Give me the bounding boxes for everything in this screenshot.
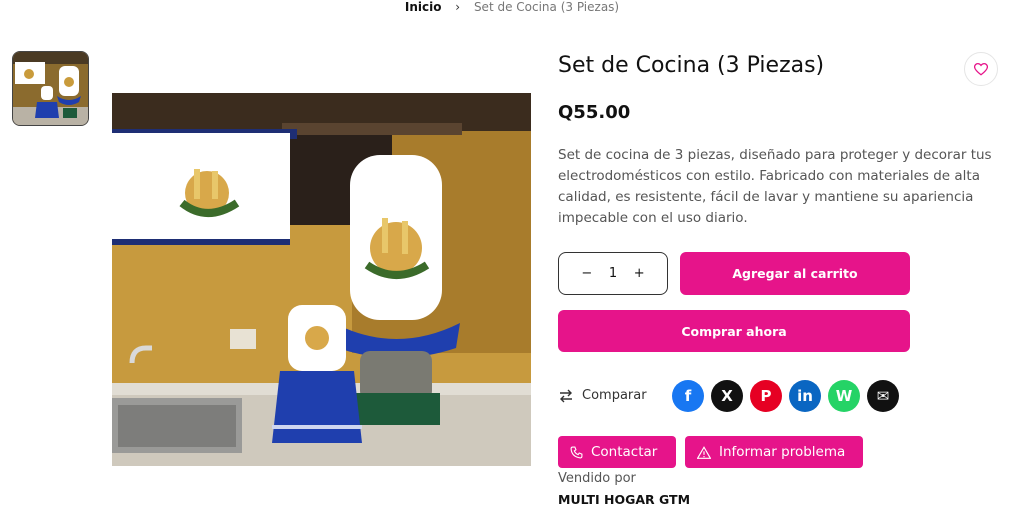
chevron-right-icon: › bbox=[455, 0, 461, 14]
product-main-image[interactable] bbox=[112, 93, 531, 466]
breadcrumb-home-link[interactable]: Inicio bbox=[405, 0, 442, 14]
product-title: Set de Cocina (3 Piezas) bbox=[558, 53, 825, 78]
email-icon[interactable]: ✉ bbox=[867, 380, 899, 412]
x-icon[interactable]: X bbox=[711, 380, 743, 412]
quantity-stepper[interactable]: − 1 + bbox=[558, 252, 668, 295]
quantity-value[interactable]: 1 bbox=[609, 266, 617, 281]
seller-name[interactable]: MULTI HOGAR GTM bbox=[558, 492, 690, 507]
phone-icon bbox=[570, 446, 583, 458]
sold-by-label: Vendido por bbox=[558, 471, 636, 486]
share-buttons: f X Pin W ✉ bbox=[672, 380, 899, 412]
wishlist-button[interactable] bbox=[964, 52, 998, 86]
facebook-icon[interactable]: f bbox=[672, 380, 704, 412]
compare-button[interactable]: Comparar bbox=[558, 388, 647, 403]
pinterest-icon[interactable]: P bbox=[750, 380, 782, 412]
product-price: Q55.00 bbox=[558, 102, 631, 123]
report-problem-button[interactable]: Informar problema bbox=[685, 436, 863, 468]
contact-label: Contactar bbox=[591, 444, 658, 460]
contact-button[interactable]: Contactar bbox=[558, 436, 676, 468]
add-to-cart-button[interactable]: Agregar al carrito bbox=[680, 252, 910, 295]
whatsapp-icon[interactable]: W bbox=[828, 380, 860, 412]
compare-arrows-icon bbox=[560, 389, 572, 402]
warning-icon bbox=[697, 445, 711, 459]
compare-label: Comparar bbox=[582, 388, 647, 403]
quantity-decrease-button[interactable]: − bbox=[581, 266, 592, 281]
breadcrumb-current: Set de Cocina (3 Piezas) bbox=[473, 0, 620, 14]
product-thumbnail[interactable] bbox=[12, 51, 89, 126]
product-description: Set de cocina de 3 piezas, diseñado para… bbox=[558, 147, 992, 226]
breadcrumb: Inicio › Set de Cocina (3 Piezas) bbox=[0, 0, 1024, 14]
linkedin-icon[interactable]: in bbox=[789, 380, 821, 412]
buy-now-button[interactable]: Comprar ahora bbox=[558, 310, 910, 352]
report-label: Informar problema bbox=[719, 444, 846, 460]
quantity-increase-button[interactable]: + bbox=[634, 266, 645, 281]
heart-icon bbox=[974, 62, 988, 76]
